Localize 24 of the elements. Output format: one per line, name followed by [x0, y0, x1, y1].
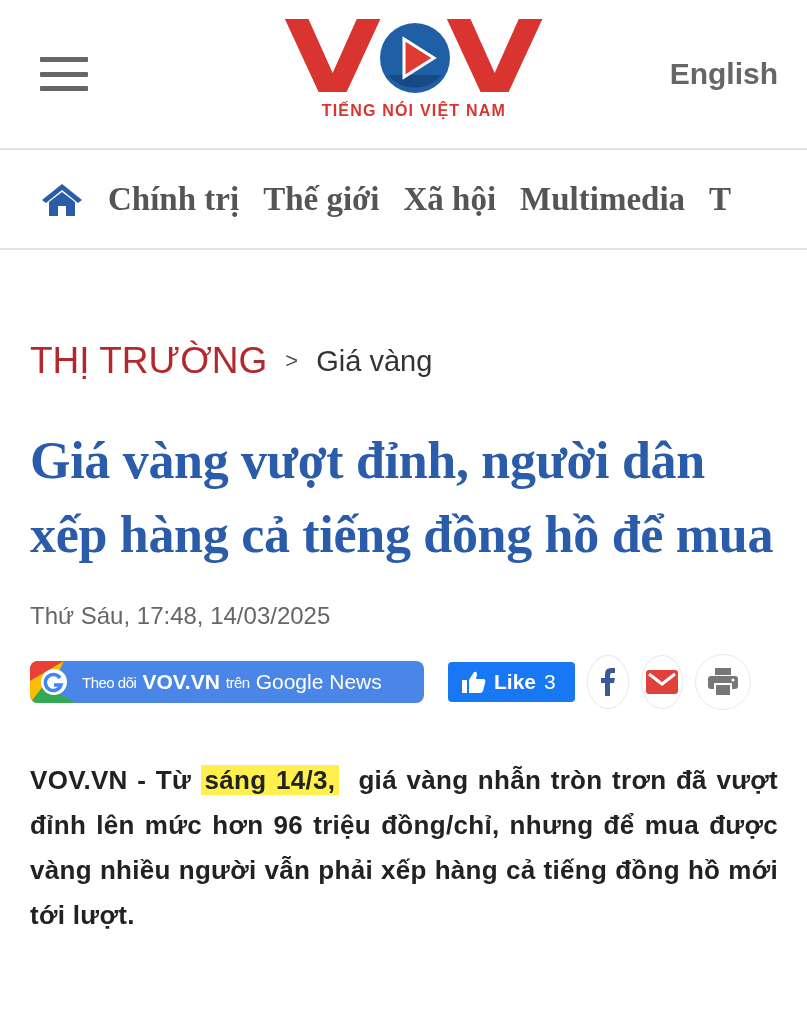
thumbs-up-icon — [462, 671, 486, 693]
home-icon[interactable] — [42, 182, 82, 216]
article-headline: Giá vàng vượt đỉnh, người dân xếp hàng cả tiếng đồng hồ để mua — [30, 431, 775, 565]
breadcrumb-separator: > — [285, 348, 299, 374]
nav-link[interactable]: Xã hội — [403, 180, 497, 218]
menu-icon[interactable] — [40, 57, 88, 91]
logo-tagline: TIẾNG NÓI VIỆT NAM — [321, 102, 506, 120]
facebook-icon — [600, 668, 615, 696]
nav-link[interactable]: Multimedia — [520, 180, 686, 218]
google-news-button[interactable]: Theo dõi VOV.VN trên Google News — [30, 661, 424, 703]
logo-letter: V — [446, 18, 543, 98]
nav-link[interactable]: Thế giới — [263, 180, 380, 218]
nav-link[interactable]: Chính trị — [108, 180, 240, 218]
lead-paragraph: VOV.VN - Từ sáng 14/3, giá vàng nhẫn tròn trơn đã vượt đỉnh lên mức hơn 96 triệu đồng/chỉ, nhưng để mua được vàng nhiều người vẫn phải xếp hàng cả tiếng đồng hồ mới tới lượt. — [30, 764, 778, 932]
nav-link[interactable]: T — [709, 180, 732, 218]
language-link[interactable]: English — [669, 57, 778, 91]
like-button[interactable]: Like 3 — [448, 662, 575, 702]
mail-icon — [645, 670, 678, 694]
subcategory-link[interactable]: Giá vàng — [316, 344, 433, 378]
category-link[interactable]: THỊ TRƯỜNG — [30, 340, 268, 382]
print-icon — [707, 668, 738, 696]
g-icon — [41, 669, 67, 695]
publish-date: Thứ Sáu, 17:48, 14/03/2025 — [30, 602, 332, 630]
logo-letter: V — [284, 18, 382, 98]
